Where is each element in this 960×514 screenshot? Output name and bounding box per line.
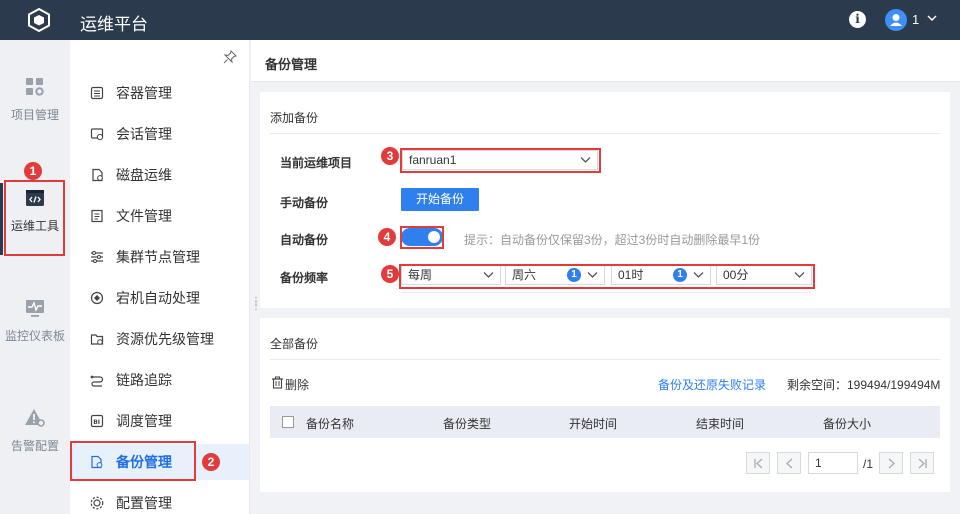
container-icon — [90, 86, 104, 100]
priority-icon — [90, 334, 104, 345]
rail-item-project-management[interactable]: 项目管理 — [0, 76, 70, 123]
menu-item-priority[interactable]: 资源优先级管理 — [70, 321, 249, 357]
column-header[interactable]: 备份名称 — [306, 415, 354, 432]
callout-box-auto-toggle — [400, 226, 444, 249]
page-number-input[interactable]: 1 — [808, 452, 858, 474]
column-header[interactable]: 备份大小 — [823, 415, 871, 432]
trash-icon[interactable] — [271, 376, 284, 389]
delete-button[interactable]: 删除 — [285, 376, 309, 393]
next-page-button[interactable] — [879, 452, 903, 474]
callout-badge-2: 2 — [202, 453, 220, 471]
auto-recover-icon — [90, 291, 104, 305]
pin-icon[interactable] — [223, 50, 237, 64]
table-header: 备份名称 备份类型 开始时间 结束时间 备份大小 — [270, 406, 940, 438]
project-label: 当前运维项目 — [280, 156, 353, 170]
top-bar: 运维平台 i 1 — [0, 0, 960, 40]
column-header[interactable]: 备份类型 — [443, 415, 491, 432]
page-total: /1 — [863, 457, 874, 471]
info-icon[interactable]: i — [849, 11, 866, 28]
primary-nav-rail: 项目管理 运维工具 监控仪表板 告警配置 — [0, 40, 70, 514]
chevron-down-icon[interactable] — [926, 12, 938, 24]
callout-badge-1: 1 — [24, 162, 42, 180]
menu-label: 宕机自动处理 — [116, 290, 200, 306]
failure-log-link[interactable]: 备份及还原失败记录 — [658, 376, 766, 393]
menu-label: 资源优先级管理 — [116, 331, 214, 347]
menu-item-cluster[interactable]: 集群节点管理 — [70, 239, 249, 275]
cluster-icon — [91, 251, 103, 263]
frequency-label: 备份频率 — [280, 271, 329, 285]
resize-handle-icon[interactable]: ⋮ ⋮ — [251, 297, 261, 313]
manual-backup-label: 手动备份 — [280, 196, 329, 210]
divider — [270, 359, 940, 360]
disk-icon — [92, 168, 103, 182]
chevron-left-icon — [786, 458, 793, 469]
page-title: 备份管理 — [265, 57, 318, 72]
first-page-button[interactable] — [746, 452, 770, 474]
menu-item-file[interactable]: 文件管理 — [70, 198, 249, 234]
menu-label: 磁盘运维 — [116, 167, 172, 183]
page-header: 备份管理 — [251, 40, 960, 82]
column-header[interactable]: 开始时间 — [569, 415, 617, 432]
menu-label: 调度管理 — [116, 413, 172, 429]
chevron-right-icon — [888, 458, 895, 469]
column-header[interactable]: 结束时间 — [696, 415, 744, 432]
first-page-icon — [754, 458, 763, 469]
svg-text:BI: BI — [93, 419, 100, 426]
cube-logo-icon[interactable] — [26, 7, 52, 33]
callout-badge-3: 3 — [381, 147, 399, 165]
menu-label: 集群节点管理 — [116, 249, 200, 265]
rail-label: 项目管理 — [10, 108, 59, 122]
card-title: 全部备份 — [270, 337, 319, 351]
callout-box-frequency — [399, 264, 815, 289]
select-all-checkbox[interactable] — [282, 416, 294, 428]
monitor-pulse-icon — [26, 300, 44, 317]
callout-box-project — [400, 148, 601, 173]
menu-item-schedule[interactable]: BI 调度管理 — [70, 403, 249, 439]
all-backups-card: 全部备份 删除 备份及还原失败记录 剩余空间：199494/199494M 备份… — [260, 318, 950, 492]
menu-item-container[interactable]: 容器管理 — [70, 75, 249, 111]
divider — [401, 292, 811, 293]
menu-item-config[interactable]: 配置管理 — [70, 485, 249, 514]
menu-label: 链路追踪 — [116, 372, 172, 388]
schedule-icon: BI — [90, 414, 104, 428]
rail-label: 监控仪表板 — [4, 329, 65, 343]
start-backup-button[interactable]: 开始备份 — [401, 188, 479, 211]
auto-backup-label: 自动备份 — [280, 233, 329, 247]
rail-label: 告警配置 — [10, 439, 59, 453]
callout-box-ops-tools — [4, 180, 65, 256]
callout-box-backup-menu — [70, 441, 196, 481]
alert-gear-icon — [25, 409, 45, 427]
last-page-button[interactable] — [910, 452, 934, 474]
app-title: 运维平台 — [80, 15, 148, 34]
menu-item-trace[interactable]: 链路追踪 — [70, 362, 249, 398]
menu-item-session[interactable]: 会话管理 — [70, 116, 249, 152]
grid-settings-icon — [26, 78, 44, 96]
file-icon — [91, 209, 103, 223]
auto-backup-hint: 提示：自动备份仅保留3份，超过3份时自动删除最早1份 — [464, 233, 761, 247]
menu-label: 配置管理 — [116, 495, 172, 511]
user-avatar-icon[interactable] — [885, 9, 907, 31]
rail-item-alert-config[interactable]: 告警配置 — [0, 407, 70, 454]
menu-item-auto-recover[interactable]: 宕机自动处理 — [70, 280, 249, 316]
callout-badge-4: 4 — [378, 228, 396, 246]
menu-label: 会话管理 — [116, 126, 172, 142]
remaining-space: 剩余空间：199494/199494M — [787, 378, 941, 392]
menu-label: 容器管理 — [116, 85, 172, 101]
divider — [270, 133, 940, 134]
trace-icon — [90, 375, 104, 387]
callout-badge-5: 5 — [381, 265, 399, 283]
session-icon — [90, 128, 104, 141]
menu-item-disk[interactable]: 磁盘运维 — [70, 157, 249, 193]
card-title: 添加备份 — [270, 111, 319, 125]
rail-item-monitor-dashboard[interactable]: 监控仪表板 — [0, 297, 70, 344]
config-icon — [90, 496, 104, 510]
last-page-icon — [918, 458, 927, 469]
prev-page-button[interactable] — [777, 452, 801, 474]
user-name[interactable]: 1 — [912, 12, 919, 27]
menu-label: 文件管理 — [116, 208, 172, 224]
